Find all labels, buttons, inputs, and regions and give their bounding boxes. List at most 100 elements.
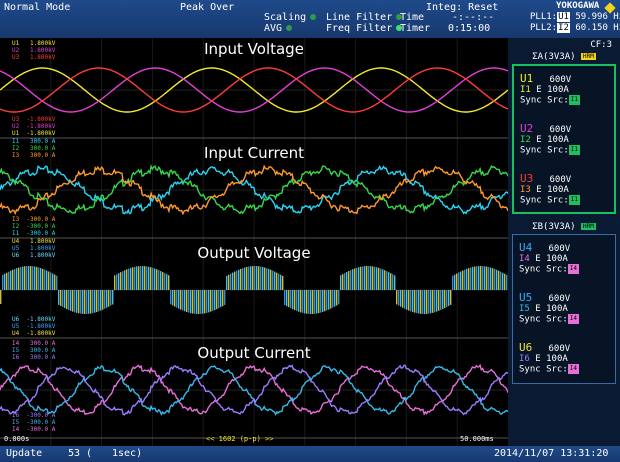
waveform-display: Input Voltage Input Current Output Volta… (0, 38, 508, 446)
pwm-bar (424, 290, 426, 314)
scaling-indicator: Scaling (264, 12, 317, 23)
pwm-bar (296, 290, 298, 311)
pwm-bar (174, 290, 176, 307)
pwm-bar (398, 290, 400, 306)
pwm-bar (236, 270, 238, 290)
pwm-bar (178, 290, 180, 309)
pwm-bar (14, 268, 16, 290)
pwm-bar (330, 290, 332, 309)
pwm-bar (102, 290, 104, 310)
panel-title-input-current: Input Current (204, 144, 304, 162)
pwm-bar (234, 271, 236, 290)
pwm-bar (56, 275, 58, 290)
pwm-bar (500, 271, 502, 290)
pwm-bar (48, 271, 50, 290)
pwm-bar (382, 269, 384, 290)
pwm-bar (360, 266, 362, 290)
pwm-bar (276, 272, 278, 290)
element-u1-row[interactable]: U1 600V I1 E 100A Sync Src: I1 (520, 73, 581, 106)
pwm-bar (146, 266, 148, 290)
scale-p4-bottom: I6 -300.0 A I5 -300.0 A I4 -300.0 A (12, 412, 56, 433)
pwm-bar (278, 273, 280, 290)
pwm-bar (26, 266, 28, 290)
pwm-bar (58, 290, 60, 305)
element-u5-row[interactable]: U5 600V I5 E 100A Sync Src: I4 (519, 292, 580, 325)
update-label: Update (6, 448, 43, 459)
pwm-bar (308, 290, 310, 314)
pwm-bar (206, 290, 208, 313)
timer-label: Timer (400, 23, 431, 34)
group-a-box[interactable]: U1 600V I1 E 100A Sync Src: I1 U2 600V I2… (512, 64, 616, 214)
pwm-bar (456, 273, 458, 290)
pwm-bar (344, 273, 346, 290)
pwm-bar (112, 290, 114, 305)
pwm-bar (348, 271, 350, 290)
pwm-bar (180, 290, 182, 310)
element-u6-row[interactable]: U6 600V I6 E 100A Sync Src: I4 (519, 342, 580, 375)
pwm-bar (18, 267, 20, 290)
pwm-bar (376, 267, 378, 290)
pwm-bar (218, 290, 220, 309)
pwm-bar (52, 273, 54, 290)
pwm-bar (82, 290, 84, 314)
group-b-box[interactable]: U4 600V I4 E 100A Sync Src: I4 U5 600V I5… (512, 234, 616, 384)
pwm-bar (402, 290, 404, 308)
pwm-bar (140, 266, 142, 290)
element-u4-row[interactable]: U4 600V I4 E 100A Sync Src: I4 (519, 242, 580, 275)
waveform-svg (0, 38, 508, 446)
pwm-bar (306, 290, 308, 314)
pwm-bar (66, 290, 68, 310)
pwm-bar (374, 266, 376, 290)
element-u3-row[interactable]: U3 600V I3 E 100A Sync Src: I1 (520, 173, 581, 206)
pwm-bar (410, 290, 412, 312)
pwm-bar (40, 268, 42, 290)
pwm-bar (20, 267, 22, 290)
pwm-bar (462, 270, 464, 290)
pwm-bar (300, 290, 302, 313)
pwm-bar (8, 271, 10, 290)
pwm-bar (286, 290, 288, 307)
pwm-bar (450, 290, 452, 305)
pwm-bar (60, 290, 62, 306)
pwm-bar (380, 268, 382, 290)
pwm-bar (392, 274, 394, 290)
pwm-bar (254, 266, 256, 290)
element-u2-row[interactable]: U2 600V I2 E 100A Sync Src: I1 (520, 123, 581, 156)
pwm-bar (488, 267, 490, 290)
freq-filter-indicator: Freq Filter (326, 23, 403, 34)
hrm-badge-b: HRM (580, 223, 596, 230)
pwm-bar (460, 271, 462, 290)
pwm-bar (270, 269, 272, 290)
pwm-bar (88, 290, 90, 314)
pwm-bar (282, 275, 284, 290)
pwm-bar (262, 266, 264, 290)
pwm-bar (362, 266, 364, 290)
pwm-bar (438, 290, 440, 311)
timer-value: 0:15:00 (448, 23, 491, 34)
pwm-bar (70, 290, 72, 311)
pwm-bar (76, 290, 78, 313)
pwm-bar (4, 273, 6, 290)
pwm-bar (190, 290, 192, 314)
pwm-bar (0, 290, 2, 304)
avg-indicator: AVG (264, 23, 293, 34)
pwm-bar (470, 267, 472, 290)
panel-title-output-current: Output Current (197, 344, 311, 362)
pwm-bar (432, 290, 434, 313)
pwm-bar (124, 270, 126, 290)
pwm-bar (170, 290, 172, 305)
pwm-bar (334, 290, 336, 307)
pwm-bar (504, 273, 506, 290)
pwm-bar (288, 290, 290, 308)
pwm-bar (444, 290, 446, 309)
pwm-bar (246, 266, 248, 290)
pwm-bar (280, 274, 282, 290)
pwm-bar (492, 268, 494, 290)
pwm-bar (260, 266, 262, 290)
pwm-bar (220, 290, 222, 308)
pwm-bar (400, 290, 402, 307)
panel-title-input-voltage: Input Voltage (204, 40, 304, 58)
pwm-bar (454, 274, 456, 290)
pwm-bar (242, 268, 244, 290)
pwm-bar (406, 290, 408, 310)
